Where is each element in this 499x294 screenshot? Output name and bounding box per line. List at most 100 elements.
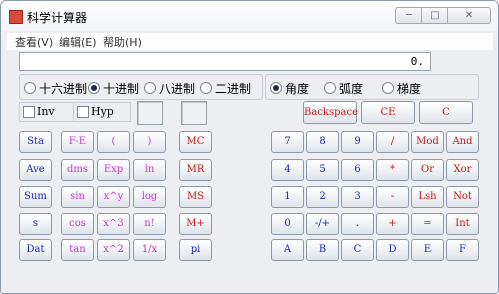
memory-store-button[interactable]: MS xyxy=(179,186,212,208)
minimize-button[interactable]: ─ xyxy=(395,7,423,24)
s-button[interactable]: s xyxy=(19,213,52,235)
int-button[interactable]: Int xyxy=(446,213,479,235)
radio-degree[interactable]: 角度 xyxy=(270,80,309,97)
ln-button[interactable]: ln xyxy=(133,159,166,181)
radio-radian-indicator xyxy=(324,82,336,94)
factorial-button[interactable]: n! xyxy=(133,213,166,235)
hex-c-button[interactable]: C xyxy=(341,239,374,261)
tan-button[interactable]: tan xyxy=(61,239,94,261)
memory-clear-button[interactable]: MC xyxy=(179,131,212,153)
window-title: 科学计算器 xyxy=(27,11,88,25)
radio-degree-indicator xyxy=(270,82,282,94)
digit-3-button[interactable]: 3 xyxy=(341,186,374,208)
log-button[interactable]: log xyxy=(133,186,166,208)
digit-1-button[interactable]: 1 xyxy=(271,186,304,208)
calculator-window: 科学计算器 ─ □ ✕ 查看(V) 编辑(E) 帮助(H) 0. 十六进制 十进… xyxy=(0,0,499,294)
decimal-button[interactable]: . xyxy=(341,213,374,235)
reciprocal-button[interactable]: 1/x xyxy=(133,239,166,261)
radio-dec-label: 十进制 xyxy=(103,82,140,96)
and-button[interactable]: And xyxy=(446,131,479,153)
hex-b-button[interactable]: B xyxy=(306,239,339,261)
dms-button[interactable]: dms xyxy=(61,159,94,181)
maximize-button[interactable]: □ xyxy=(421,7,449,24)
title-bar: 科学计算器 ─ □ ✕ xyxy=(1,1,498,31)
menu-view[interactable]: 查看(V) xyxy=(15,34,53,50)
menu-help[interactable]: 帮助(H) xyxy=(103,34,142,50)
divide-button[interactable]: / xyxy=(376,131,409,153)
hyp-checkbox[interactable]: Hyp xyxy=(73,102,131,122)
square-button[interactable]: x^2 xyxy=(97,239,130,261)
memory-indicator xyxy=(181,101,207,125)
memory-recall-button[interactable]: MR xyxy=(179,159,212,181)
radio-radian-label: 弧度 xyxy=(339,82,364,96)
pi-button[interactable]: pi xyxy=(179,239,212,261)
radio-hex[interactable]: 十六进制 xyxy=(24,80,87,97)
fe-button[interactable]: F-E xyxy=(61,131,94,153)
sum-button[interactable]: Sum xyxy=(19,186,52,208)
backspace-button[interactable]: Backspace xyxy=(303,101,358,124)
radio-hex-label: 十六进制 xyxy=(39,82,88,96)
not-button[interactable]: Not xyxy=(446,186,479,208)
or-button[interactable]: Or xyxy=(411,159,444,181)
digit-5-button[interactable]: 5 xyxy=(306,159,339,181)
radio-radian[interactable]: 弧度 xyxy=(324,80,363,97)
add-button[interactable]: + xyxy=(376,213,409,235)
inv-checkbox[interactable]: Inv xyxy=(19,102,77,122)
radio-grad-indicator xyxy=(382,82,394,94)
open-paren-button[interactable]: ( xyxy=(97,131,130,153)
hex-d-button[interactable]: D xyxy=(376,239,409,261)
exp-button[interactable]: Exp xyxy=(97,159,130,181)
hyp-label: Hyp xyxy=(91,105,114,118)
cube-button[interactable]: x^3 xyxy=(97,213,130,235)
clear-entry-button[interactable]: CE xyxy=(361,101,415,124)
cos-button[interactable]: cos xyxy=(61,213,94,235)
hex-e-button[interactable]: E xyxy=(411,239,444,261)
number-base-group: 十六进制 十进制 八进制 二进制 xyxy=(19,74,263,100)
digit-6-button[interactable]: 6 xyxy=(341,159,374,181)
display-value: 0. xyxy=(410,55,424,68)
menu-edit[interactable]: 编辑(E) xyxy=(59,34,97,50)
power-button[interactable]: x^y xyxy=(97,186,130,208)
digit-7-button[interactable]: 7 xyxy=(271,131,304,153)
radio-grad-label: 梯度 xyxy=(397,82,422,96)
digit-9-button[interactable]: 9 xyxy=(341,131,374,153)
memory-add-button[interactable]: M+ xyxy=(179,213,212,235)
digit-2-button[interactable]: 2 xyxy=(306,186,339,208)
radio-bin[interactable]: 二进制 xyxy=(200,80,251,97)
angle-unit-group: 角度 弧度 梯度 xyxy=(265,74,479,100)
radio-bin-indicator xyxy=(200,82,212,94)
digit-8-button[interactable]: 8 xyxy=(306,131,339,153)
sin-button[interactable]: sin xyxy=(61,186,94,208)
clear-button[interactable]: C xyxy=(419,101,473,124)
calculator-app-icon xyxy=(9,10,23,24)
radio-grad[interactable]: 梯度 xyxy=(382,80,421,97)
radio-oct[interactable]: 八进制 xyxy=(144,80,195,97)
paren-indicator xyxy=(137,101,163,125)
lsh-button[interactable]: Lsh xyxy=(411,186,444,208)
equals-button[interactable]: = xyxy=(411,213,444,235)
negate-button[interactable]: -/+ xyxy=(306,213,339,235)
result-display: 0. xyxy=(19,52,431,71)
radio-dec-indicator xyxy=(88,82,100,94)
xor-button[interactable]: Xor xyxy=(446,159,479,181)
hyp-checkbox-box xyxy=(77,106,89,118)
digit-0-button[interactable]: 0 xyxy=(271,213,304,235)
sta-button[interactable]: Sta xyxy=(19,131,52,153)
inv-label: Inv xyxy=(37,105,55,118)
multiply-button[interactable]: * xyxy=(376,159,409,181)
dat-button[interactable]: Dat xyxy=(19,239,52,261)
digit-4-button[interactable]: 4 xyxy=(271,159,304,181)
radio-oct-label: 八进制 xyxy=(159,82,196,96)
mod-button[interactable]: Mod xyxy=(411,131,444,153)
menu-bar: 查看(V) 编辑(E) 帮助(H) xyxy=(7,33,493,50)
hex-f-button[interactable]: F xyxy=(446,239,479,261)
ave-button[interactable]: Ave xyxy=(19,159,52,181)
hex-a-button[interactable]: A xyxy=(271,239,304,261)
radio-bin-label: 二进制 xyxy=(215,82,252,96)
subtract-button[interactable]: - xyxy=(376,186,409,208)
radio-oct-indicator xyxy=(144,82,156,94)
inv-checkbox-box xyxy=(23,106,35,118)
close-button[interactable]: ✕ xyxy=(447,7,491,24)
radio-dec[interactable]: 十进制 xyxy=(88,80,139,97)
close-paren-button[interactable]: ) xyxy=(133,131,166,153)
